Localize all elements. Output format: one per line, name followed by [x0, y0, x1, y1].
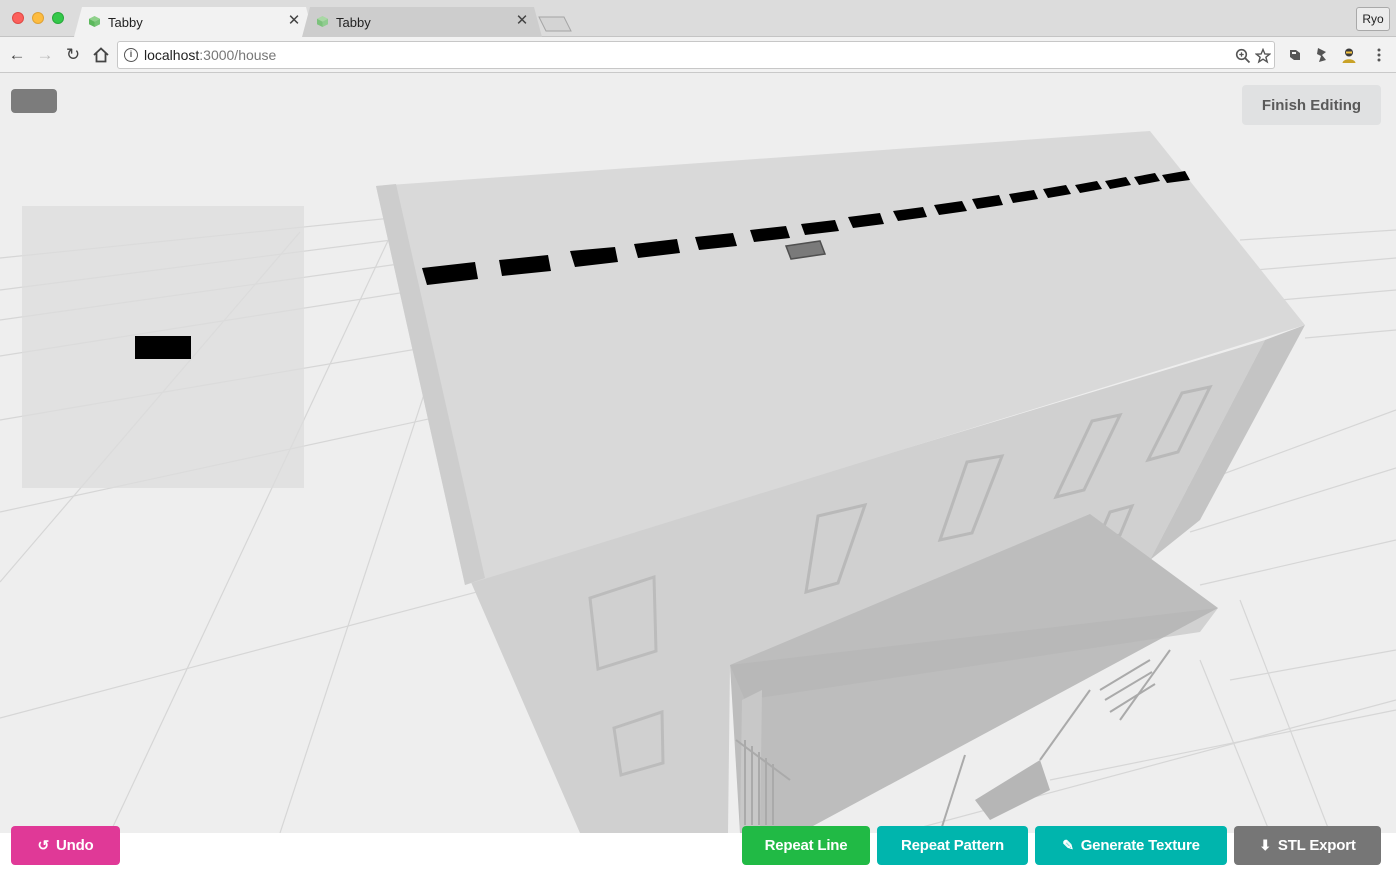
new-tab-button[interactable] [538, 16, 572, 32]
undo-label: Undo [56, 837, 94, 854]
reload-icon[interactable]: ↻ [64, 46, 82, 64]
generate-texture-label: Generate Texture [1080, 837, 1200, 854]
finish-editing-button[interactable]: Finish Editing [1242, 85, 1381, 125]
tab-close-icon[interactable]: ✕ [286, 13, 302, 29]
repeat-pattern-label: Repeat Pattern [900, 837, 1005, 854]
texture-preview-panel[interactable] [22, 206, 304, 488]
undo-button[interactable]: ↺ Undo [11, 826, 120, 865]
texture-preview-stroke [135, 336, 191, 359]
extension-avatar-icon[interactable] [1340, 46, 1358, 64]
repeat-pattern-button[interactable]: Repeat Pattern [877, 826, 1028, 865]
tab-title: Tabby [108, 15, 143, 30]
cube-favicon-icon [89, 16, 100, 27]
panel-toggle-button[interactable] [11, 89, 57, 113]
back-icon[interactable]: ← [8, 46, 26, 64]
home-icon[interactable] [92, 46, 110, 64]
repeat-line-label: Repeat Line [764, 837, 848, 854]
address-bar[interactable]: i localhost:3000/house [117, 41, 1275, 69]
address-url: localhost:3000/house [144, 47, 277, 63]
profile-button[interactable]: Ryo [1356, 7, 1390, 31]
stl-export-button[interactable]: ⬇ STL Export [1234, 826, 1381, 865]
undo-icon: ↺ [37, 837, 49, 853]
zoom-icon[interactable] [1235, 48, 1251, 64]
minimize-window-button[interactable] [32, 12, 44, 24]
generate-texture-button[interactable]: ✎ Generate Texture [1035, 826, 1227, 865]
3d-viewport[interactable]: Finish Editing [0, 74, 1396, 833]
stl-export-label: STL Export [1277, 837, 1356, 854]
browser-tab-bar: Tabby ✕ Tabby ✕ Ryo [0, 0, 1396, 37]
info-icon[interactable]: i [124, 48, 138, 62]
browser-tab[interactable]: Tabby ✕ [302, 7, 542, 37]
bookmark-star-icon[interactable] [1255, 48, 1271, 64]
close-window-button[interactable] [12, 12, 24, 24]
extension-puzzle-icon[interactable] [1313, 46, 1331, 64]
cube-favicon-icon [317, 16, 328, 27]
magic-wand-icon: ✎ [1062, 837, 1074, 853]
extension-evernote-icon[interactable] [1286, 46, 1304, 64]
tab-title: Tabby [336, 15, 371, 30]
forward-icon[interactable]: → [36, 46, 54, 64]
browser-toolbar: ← → ↻ i localhost:3000/house [0, 37, 1396, 73]
repeat-line-button[interactable]: Repeat Line [742, 826, 870, 865]
menu-kebab-icon[interactable] [1370, 46, 1388, 64]
browser-tab-active[interactable]: Tabby ✕ [74, 7, 314, 37]
zoom-window-button[interactable] [52, 12, 64, 24]
download-icon: ⬇ [1259, 837, 1271, 853]
tab-close-icon[interactable]: ✕ [514, 13, 530, 29]
